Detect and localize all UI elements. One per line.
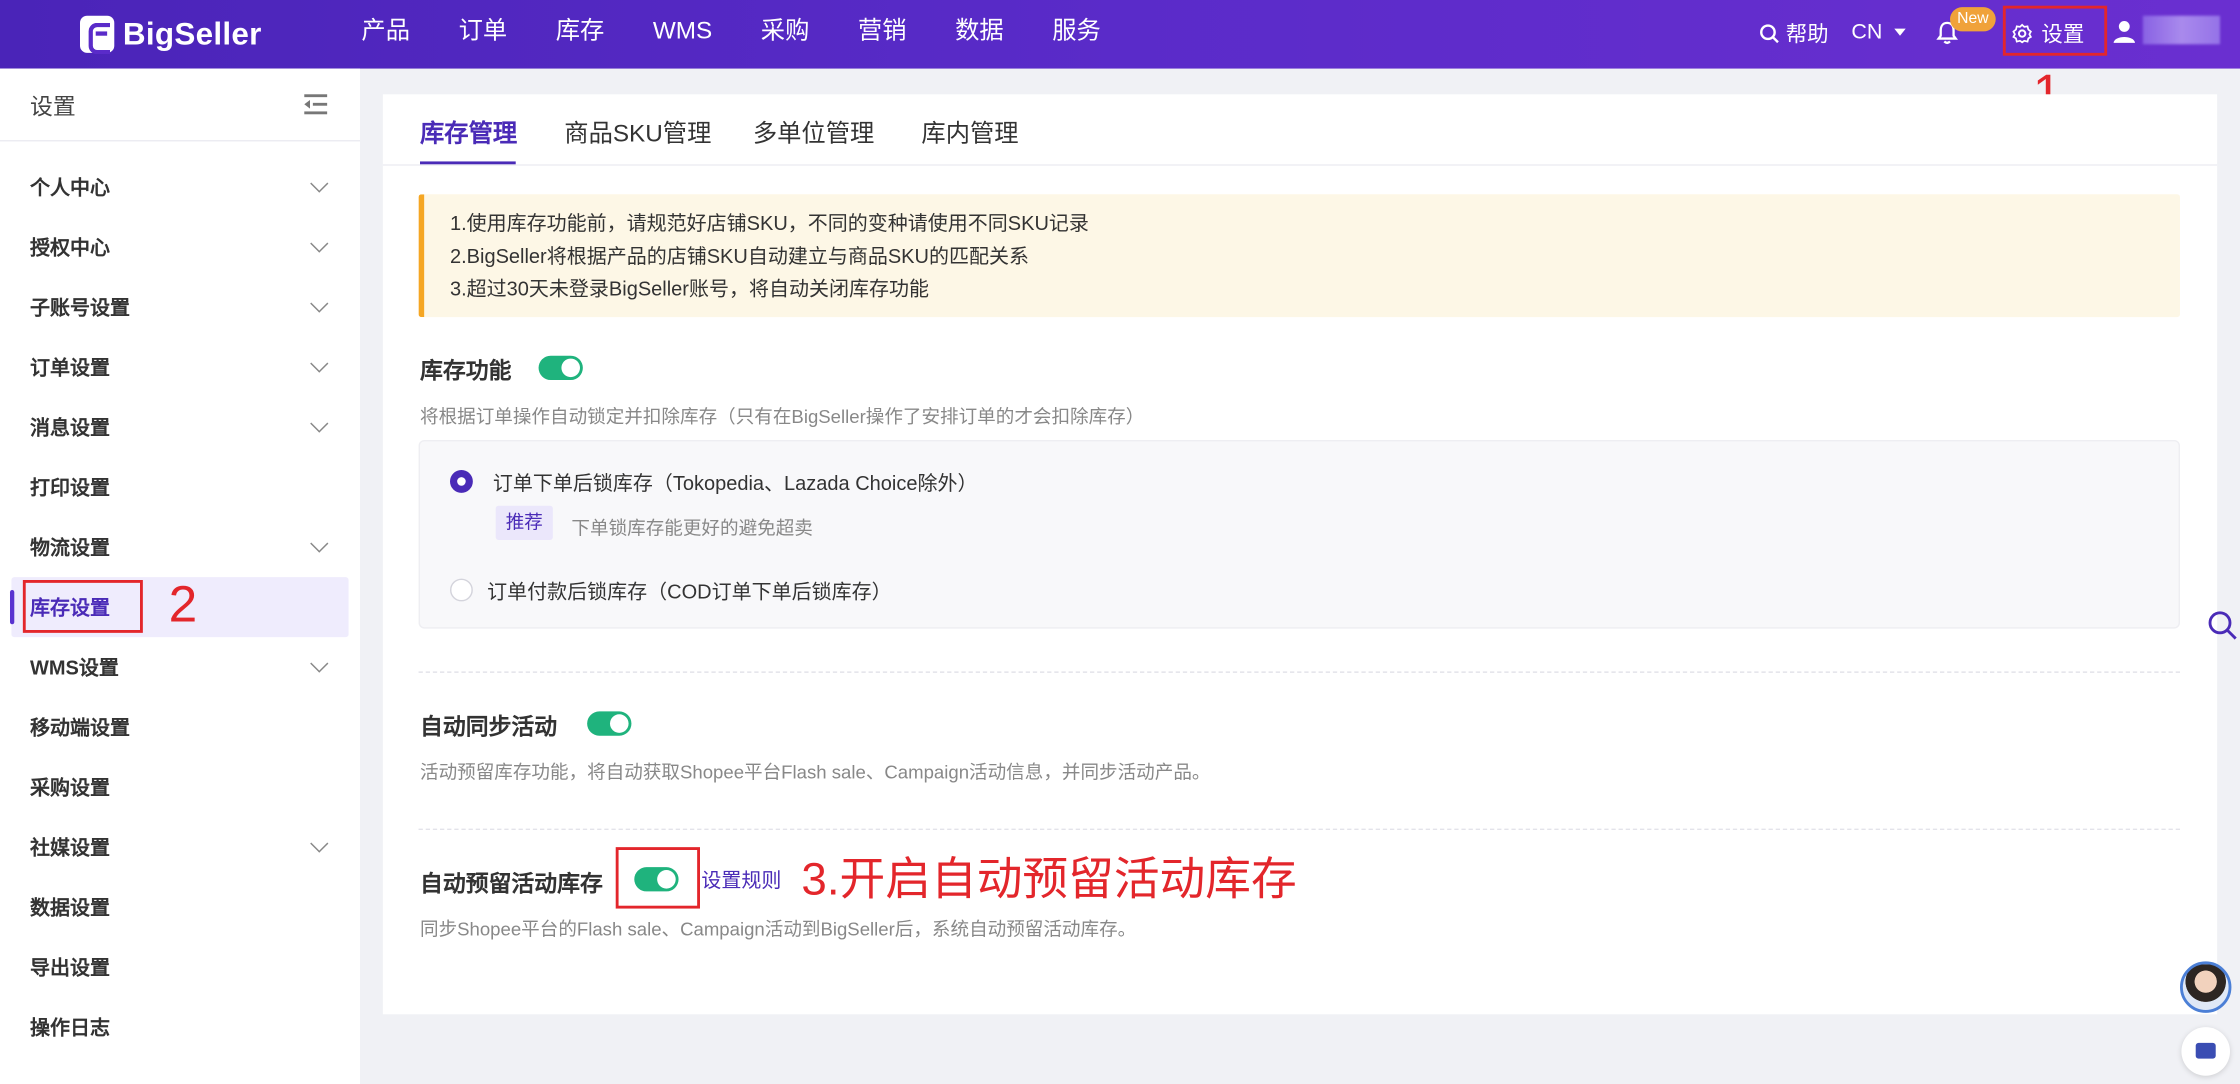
sidebar-item-label: 授权中心 xyxy=(29,235,110,259)
chevron-down-icon xyxy=(310,534,329,553)
recommend-tag: 推荐 xyxy=(495,505,553,540)
new-badge: New xyxy=(1949,7,1996,32)
nav-products[interactable]: 产品 xyxy=(361,0,434,69)
step3-annotation: 3.开启自动预留活动库存 xyxy=(801,852,1297,905)
sidebar-item-label: 消息设置 xyxy=(29,415,110,439)
bigseller-logo[interactable]: BigSeller xyxy=(79,14,262,55)
step2-annotation: 2 xyxy=(168,574,198,633)
section-divider xyxy=(418,828,2180,830)
inventory-function-toggle[interactable] xyxy=(538,355,583,380)
sidebar-item-label: 数据设置 xyxy=(29,895,110,919)
inventory-function-desc: 将根据订单操作自动锁定并扣除库存（只有在BigSeller操作了安排订单的才会扣… xyxy=(419,405,1145,428)
user-icon[interactable] xyxy=(2111,19,2137,45)
notice-line: 1.使用库存功能前，请规范好店铺SKU，不同的变种请使用不同SKU记录 xyxy=(449,211,1089,235)
chevron-down-icon xyxy=(310,354,329,373)
chat-button[interactable] xyxy=(2181,1027,2230,1076)
nav-data[interactable]: 数据 xyxy=(931,0,1028,69)
sidebar-item-label: 打印设置 xyxy=(29,475,110,499)
tab-product-sku[interactable]: 商品SKU管理 xyxy=(564,113,711,149)
chevron-down-icon xyxy=(310,834,329,853)
search-icon xyxy=(1760,24,1779,44)
recommend-desc: 下单锁库存能更好的避免超卖 xyxy=(571,517,813,539)
auto-reserve-title: 自动预留活动库存 xyxy=(419,872,603,898)
chevron-down-icon xyxy=(310,234,329,253)
sidebar-item-personal-center[interactable]: 个人中心 xyxy=(0,157,360,217)
chat-icon xyxy=(2195,1042,2216,1059)
brand-name: BigSeller xyxy=(122,15,262,52)
sidebar-item-label: 操作日志 xyxy=(29,1015,110,1039)
chevron-down-icon xyxy=(310,654,329,673)
sidebar-item-label: 导出设置 xyxy=(29,955,110,979)
settings-tabs: 库存管理 商品SKU管理 多单位管理 库内管理 xyxy=(382,94,2218,166)
sidebar-item-label: 采购设置 xyxy=(29,775,110,799)
user-name-redacted[interactable] xyxy=(2142,15,2220,45)
nav-purchase[interactable]: 采购 xyxy=(736,0,833,69)
notice-line: 3.超过30天未登录BigSeller账号，将自动关闭库存功能 xyxy=(449,277,929,300)
collapse-sidebar-icon[interactable] xyxy=(304,94,330,115)
highlight-settings-box xyxy=(2002,5,2108,56)
nav-services[interactable]: 服务 xyxy=(1028,0,1125,69)
sidebar-item-order-settings[interactable]: 订单设置 xyxy=(0,337,360,397)
auto-sync-toggle[interactable] xyxy=(587,711,632,736)
nav-orders[interactable]: 订单 xyxy=(434,0,531,69)
sidebar-item-label: 移动端设置 xyxy=(29,715,130,739)
sidebar-header: 设置 xyxy=(0,69,360,142)
lock-options-box: 订单下单后锁库存（Tokopedia、Lazada Choice除外） 推荐 下… xyxy=(418,439,2180,629)
sidebar-item-mobile-settings[interactable]: 移动端设置 xyxy=(0,697,360,757)
auto-sync-title: 自动同步活动 xyxy=(419,715,558,740)
language-label: CN xyxy=(1851,19,1883,45)
help-link[interactable]: 帮助 xyxy=(1759,19,1829,49)
inventory-notice: 1.使用库存功能前，请规范好店铺SKU，不同的变种请使用不同SKU记录 2.Bi… xyxy=(418,194,2180,318)
active-tab-indicator xyxy=(419,161,516,165)
tab-in-warehouse[interactable]: 库内管理 xyxy=(921,113,1018,149)
auto-sync-desc: 活动预留库存功能，将自动获取Shopee平台Flash sale、Campaig… xyxy=(419,761,1211,783)
bigseller-logo-icon xyxy=(79,15,115,55)
chevron-down-icon xyxy=(310,174,329,193)
nav-marketing[interactable]: 营销 xyxy=(834,0,931,69)
nav-wms[interactable]: WMS xyxy=(629,0,737,69)
tab-multi-unit[interactable]: 多单位管理 xyxy=(753,113,874,149)
sidebar-item-message-settings[interactable]: 消息设置 xyxy=(0,397,360,457)
option-lock-on-order-label[interactable]: 订单下单后锁库存（Tokopedia、Lazada Choice除外） xyxy=(493,469,978,498)
set-rules-link[interactable]: 设置规则 xyxy=(701,866,781,895)
option-lock-on-payment-label[interactable]: 订单付款后锁库存（COD订单下单后锁库存） xyxy=(487,577,891,606)
notice-line: 2.BigSeller将根据产品的店铺SKU自动建立与商品SKU的匹配关系 xyxy=(449,244,1029,268)
sidebar-item-label: 订单设置 xyxy=(29,355,110,379)
auto-reserve-desc: 同步Shopee平台的Flash sale、Campaign活动到BigSell… xyxy=(419,918,1137,940)
sidebar-item-data-settings[interactable]: 数据设置 xyxy=(0,877,360,937)
chevron-down-icon xyxy=(310,414,329,433)
sidebar-item-operation-log[interactable]: 操作日志 xyxy=(0,997,360,1057)
section-divider xyxy=(418,671,2180,673)
inventory-function-title: 库存功能 xyxy=(419,359,512,385)
sidebar-item-label: WMS设置 xyxy=(29,655,119,679)
caret-down-icon xyxy=(1893,28,1906,36)
chevron-down-icon xyxy=(310,294,329,313)
sidebar-item-export-settings[interactable]: 导出设置 xyxy=(0,937,360,997)
sidebar-item-print-settings[interactable]: 打印设置 xyxy=(0,457,360,517)
sidebar-item-authorization[interactable]: 授权中心 xyxy=(0,217,360,277)
sidebar-item-label: 个人中心 xyxy=(29,175,110,199)
main-nav: 产品 订单 库存 WMS 采购 营销 数据 服务 xyxy=(361,0,1125,69)
sidebar-item-social-settings[interactable]: 社媒设置 xyxy=(0,817,360,877)
highlight-inventory-settings-box xyxy=(22,579,143,633)
support-agent-avatar[interactable] xyxy=(2179,961,2232,1013)
sidebar-item-wms-settings[interactable]: WMS设置 xyxy=(0,637,360,697)
tab-inventory-management[interactable]: 库存管理 xyxy=(420,113,517,149)
sidebar-item-purchase-settings[interactable]: 采购设置 xyxy=(0,757,360,817)
sidebar-title: 设置 xyxy=(29,95,76,120)
highlight-reserve-toggle-box xyxy=(615,847,700,909)
language-select[interactable]: CN xyxy=(1851,19,1906,45)
sidebar-item-label: 社媒设置 xyxy=(29,835,110,859)
radio-lock-on-order[interactable] xyxy=(449,469,473,493)
top-navbar: BigSeller 产品 订单 库存 WMS 采购 营销 数据 服务 帮助 CN… xyxy=(0,0,2240,69)
radio-lock-on-payment[interactable] xyxy=(449,578,473,602)
nav-inventory[interactable]: 库存 xyxy=(531,0,628,69)
sidebar-item-label: 物流设置 xyxy=(29,535,110,559)
sidebar-item-label: 子账号设置 xyxy=(29,295,130,319)
floating-search-icon[interactable] xyxy=(2206,609,2237,640)
sidebar-item-sub-accounts[interactable]: 子账号设置 xyxy=(0,277,360,337)
help-label: 帮助 xyxy=(1785,22,1829,48)
sidebar-item-logistics-settings[interactable]: 物流设置 xyxy=(0,517,360,577)
